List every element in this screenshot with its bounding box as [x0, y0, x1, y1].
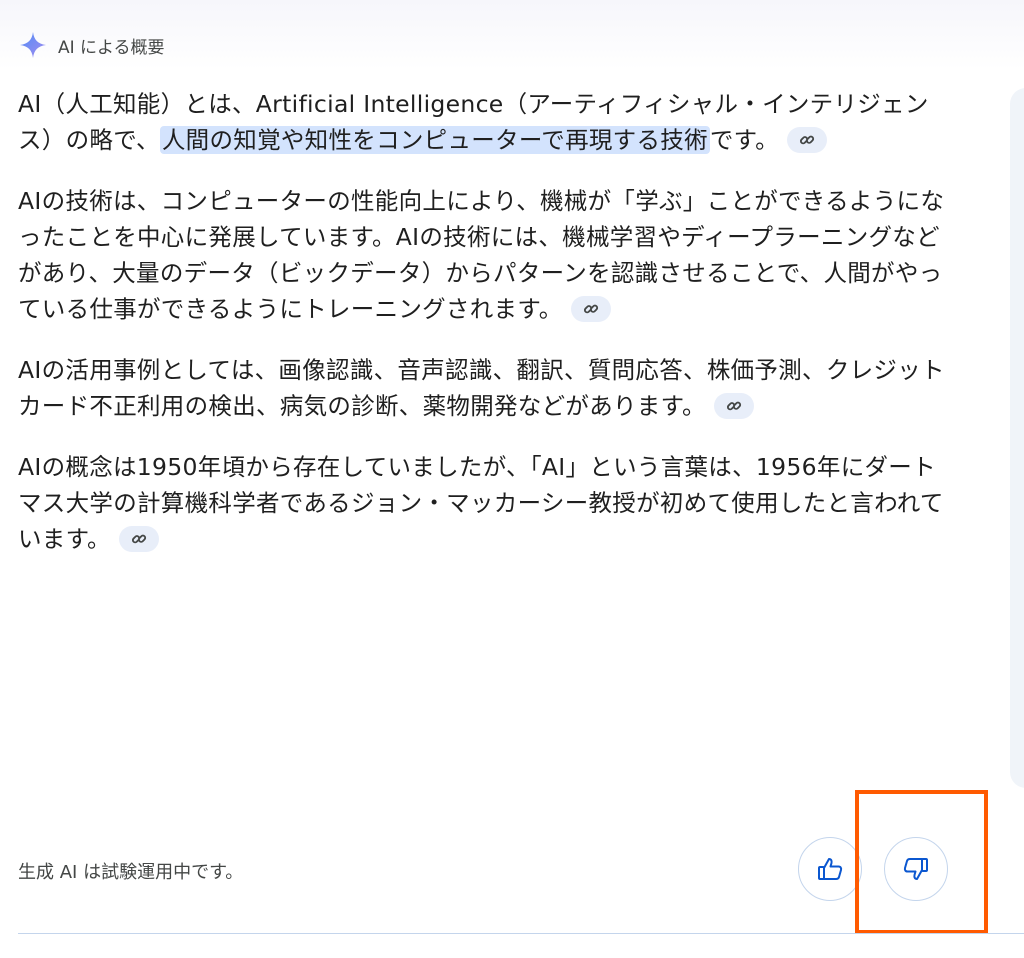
paragraph-text: AIの活用事例としては、画像認識、音声認識、翻訳、質問応答、株価予測、クレジット…: [18, 356, 945, 420]
highlighted-key-phrase[interactable]: 人間の知覚や知性をコンピューターで再現する技術: [159, 126, 710, 154]
thumbs-up-button[interactable]: [798, 837, 862, 901]
experimental-disclaimer: 生成 AI は試験運用中です。: [18, 862, 244, 883]
link-icon: [583, 304, 598, 313]
overview-paragraph-1: AI（人工知能）とは、Artificial Intelligence（アーティフ…: [18, 86, 948, 158]
sparkle-icon: [18, 30, 48, 60]
highlight-annotation-box: [855, 790, 988, 934]
source-link-button[interactable]: [570, 295, 611, 322]
paragraph-text: AIの技術は、コンピューターの性能向上により、機械が「学ぶ」ことができるようにな…: [18, 187, 945, 323]
thumbs-up-icon: [818, 858, 843, 880]
side-panel-edge: [1010, 88, 1024, 788]
link-icon: [131, 534, 146, 543]
link-icon: [726, 401, 741, 410]
link-icon: [799, 135, 815, 144]
ai-overview-header: AI による概要: [18, 30, 165, 60]
ai-overview-content: AI（人工知能）とは、Artificial Intelligence（アーティフ…: [18, 86, 948, 582]
source-link-button[interactable]: [786, 126, 827, 153]
section-divider: [18, 933, 1024, 934]
source-link-button[interactable]: [118, 525, 159, 552]
overview-paragraph-4: AIの概念は1950年頃から存在していましたが、「AI」という言葉は、1956年…: [18, 449, 948, 557]
source-link-button[interactable]: [713, 392, 754, 419]
paragraph-text: です。: [709, 126, 779, 154]
ai-overview-title: AI による概要: [58, 37, 165, 58]
overview-paragraph-3: AIの活用事例としては、画像認識、音声認識、翻訳、質問応答、株価予測、クレジット…: [18, 352, 948, 424]
overview-paragraph-2: AIの技術は、コンピューターの性能向上により、機械が「学ぶ」ことができるようにな…: [18, 183, 948, 327]
